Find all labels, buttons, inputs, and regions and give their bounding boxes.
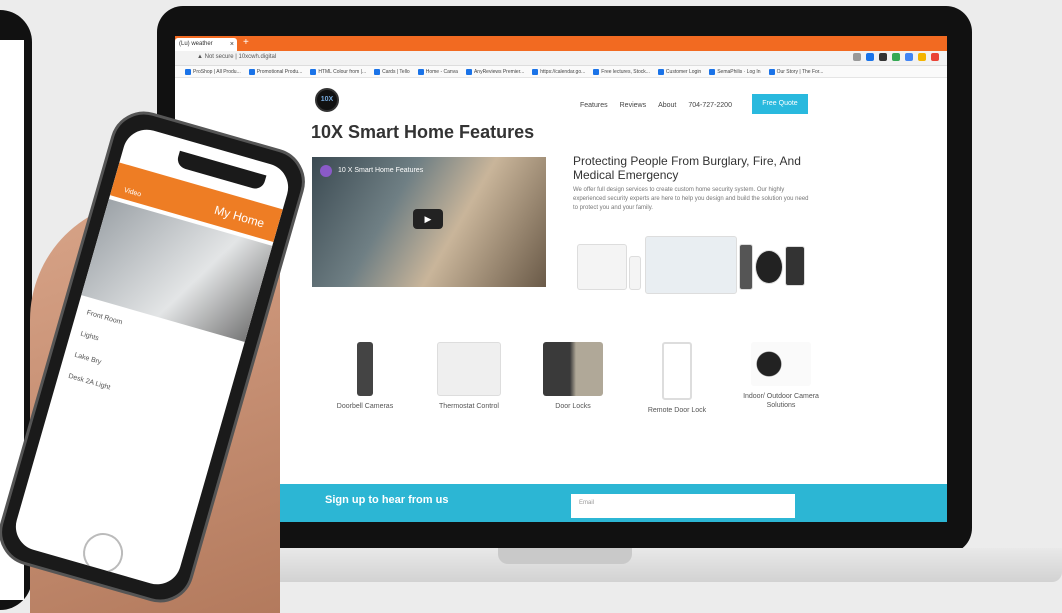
bookmark-item[interactable]: Free lectures, Stock... [593,68,650,75]
feature-doorbell[interactable]: Doorbell Cameras [315,342,415,411]
bookmark-item[interactable]: Customer Login [657,68,702,75]
doorbell-image [357,342,373,396]
bookmark-item[interactable]: Home - Canva [417,68,458,75]
page-title: 10X Smart Home Features [311,122,535,142]
bookmark-label: Our Story | The For... [776,68,824,75]
laptop-notch [498,548,632,564]
browser-tabbar: (Lu) weather × + [175,36,947,51]
feature-label: Door Locks [555,403,591,410]
bookmark-label: Home - Canva [425,68,458,75]
hero-text: We offer full design services to create … [573,187,809,211]
url-text[interactable]: ▲ Not secure | 10xcwh.digital [197,54,276,60]
feature-door-locks[interactable]: Door Locks [523,342,623,411]
bookmark-label: SemaPhilis · Log In [717,68,761,75]
laptop-screen: (Lu) weather × + ▲ Not secure | 10xcwh.di… [175,36,947,522]
address-bar[interactable]: ▲ Not secure | 10xcwh.digital [175,51,947,66]
bookmark-label: ProShop | All Produ... [193,68,241,75]
bookmarks-bar: ProShop | All Produ... Promotional Produ.… [175,66,947,78]
devices-image [577,234,807,296]
extension-icon[interactable] [905,53,913,61]
bookmark-icon [657,68,664,75]
app-row[interactable]: Desk 2A Light [68,373,111,392]
extension-icon[interactable] [853,53,861,61]
feature-remote-lock[interactable]: Remote Door Lock [627,342,727,415]
nav-reviews[interactable]: Reviews [620,102,646,109]
feature-label: Remote Door Lock [647,407,707,414]
hero-heading: Protecting People From Burglary, Fire, A… [573,154,801,182]
tab-label: (Lu) weather [179,41,213,47]
camera-device [755,250,783,284]
bookmark-icon [310,68,317,75]
bookmark-item[interactable]: Our Story | The For... [768,68,824,75]
extension-icon[interactable] [931,53,939,61]
app-row[interactable]: Lights [80,331,100,343]
bookmark-item[interactable]: https://calendar.go... [532,68,586,75]
bookmark-label: Customer Login [665,68,702,75]
bookmark-label: Free lectures, Stock... [601,68,650,75]
bookmark-item[interactable]: ProShop | All Produ... [185,68,241,75]
new-tab-button[interactable]: + [243,37,249,48]
email-field[interactable]: Email [571,494,795,518]
bookmark-label: https://calendar.go... [540,68,586,75]
site-nav: Features Reviews About 704-727-2200 [580,102,732,109]
camera-image [751,342,811,386]
extension-icon[interactable] [918,53,926,61]
extension-icon[interactable] [866,53,874,61]
feature-label: Indoor/ Outdoor Camera Solutions [743,393,819,409]
feature-cameras[interactable]: Indoor/ Outdoor Camera Solutions [731,342,831,410]
bookmark-label: HTML Colour from |... [318,68,367,75]
home-button[interactable] [78,528,128,578]
feature-thermostat[interactable]: Thermostat Control [419,342,519,411]
bookmark-item[interactable]: AnyReviews Premier... [465,68,525,75]
door-lock-image [543,342,603,396]
browser-tab[interactable]: (Lu) weather × [175,38,237,51]
bookmark-item[interactable]: HTML Colour from |... [310,68,367,75]
bookmark-icon [532,68,539,75]
app-row[interactable]: Lake Bry [74,352,102,366]
bookmark-icon [593,68,600,75]
hub-device [577,244,627,290]
app-video-label[interactable]: Video [123,187,142,199]
feature-label: Thermostat Control [439,403,499,410]
lock-device [785,246,805,286]
bookmark-icon [768,68,775,75]
free-quote-button[interactable]: Free Quote [752,94,808,114]
close-icon[interactable]: × [230,38,234,51]
bookmark-item[interactable]: Cards | Tello [374,68,410,75]
signup-heading: Sign up to hear from us [325,494,449,506]
bookmark-item[interactable]: Promotional Produ... [248,68,303,75]
bookmark-icon [374,68,381,75]
touchscreen-panel [645,236,737,294]
nav-features[interactable]: Features [580,102,608,109]
thermostat-image [437,342,501,396]
bookmark-item[interactable]: SemaPhilis · Log In [709,68,761,75]
sensor-device [629,256,641,290]
app-title: My Home [212,202,267,231]
bookmark-label: AnyReviews Premier... [473,68,525,75]
nav-about[interactable]: About [658,102,676,109]
signup-band: Sign up to hear from us Email [175,484,947,522]
app-row[interactable]: Front Room [86,309,123,326]
bookmark-icon [417,68,424,75]
extension-icon[interactable] [879,53,887,61]
bookmark-label: Promotional Produ... [256,68,303,75]
feature-label: Doorbell Cameras [336,403,394,410]
phone-app-image [662,342,692,400]
video-title[interactable]: 10 X Smart Home Features [338,167,423,174]
bookmark-icon [185,68,191,75]
extension-icons [853,53,939,61]
video-player[interactable]: 10 X Smart Home Features ▶ [312,157,546,287]
play-icon[interactable]: ▶ [413,209,443,229]
extension-icon[interactable] [892,53,900,61]
bookmark-icon [465,68,472,75]
site-logo[interactable]: 10X [315,88,339,112]
doorbell-device [739,244,753,290]
features-row: Doorbell Cameras Thermostat Control Door… [315,342,819,452]
bookmark-label: Cards | Tello [382,68,410,75]
bookmark-icon [709,68,716,75]
nav-phone[interactable]: 704-727-2200 [688,102,732,109]
channel-avatar [320,165,332,177]
bookmark-icon [248,68,255,75]
